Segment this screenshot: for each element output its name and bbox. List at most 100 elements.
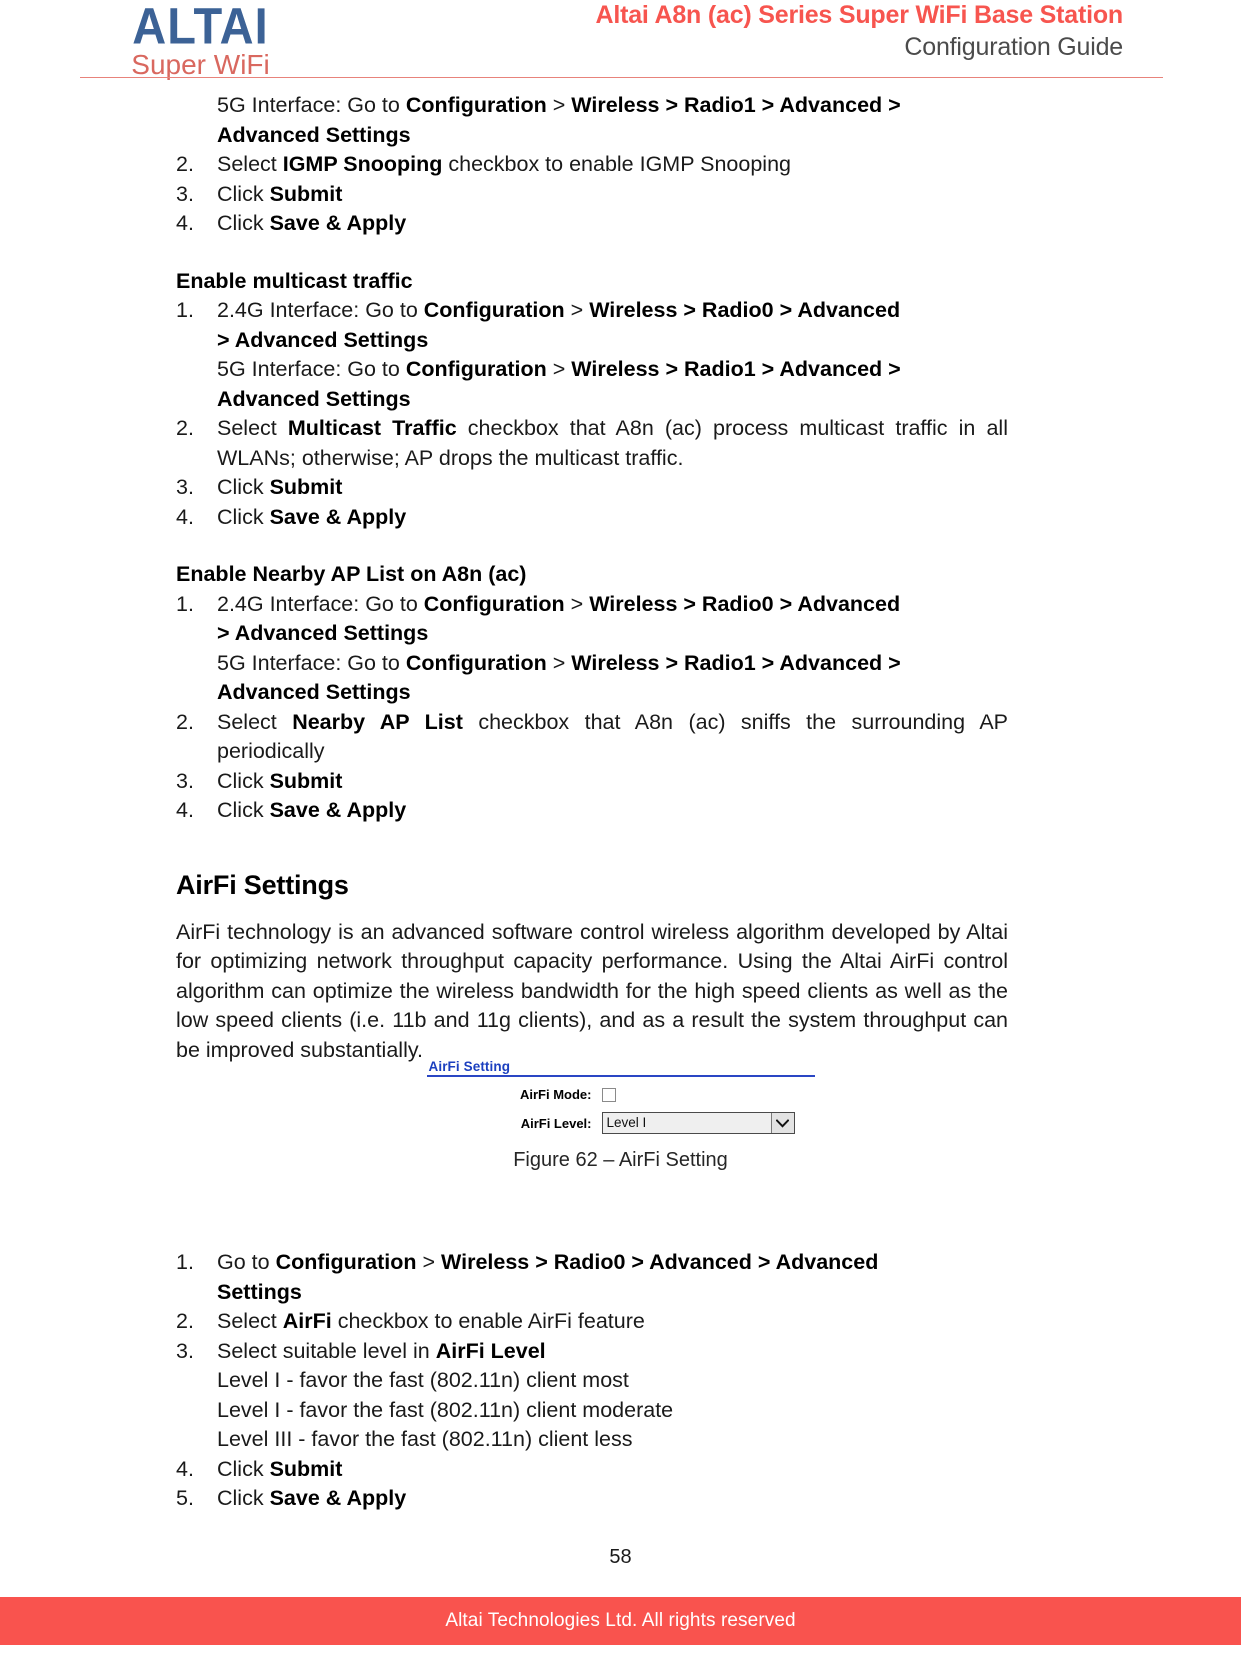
page-title: AirFi Settings — [176, 869, 349, 900]
airfi-level-row: AirFi Level: Level I — [427, 1112, 815, 1134]
list-marker: 3. — [176, 1338, 194, 1363]
altai-logo: ALTAI Super WiFi — [78, 0, 323, 80]
text-run: Click — [217, 798, 270, 822]
nearby-ap-section: Enable Nearby AP List on A8n (ac) 1. 2.4… — [176, 560, 1008, 826]
list-marker: 3. — [176, 475, 194, 499]
nearby-item1-line4: Advanced Settings — [217, 678, 1008, 708]
text-run-bold: Configuration — [423, 298, 565, 322]
igmp-section: 5G Interface: Go to Configuration > Wire… — [176, 91, 1008, 239]
text-run-bold: AirFi — [282, 1309, 332, 1333]
text-run-bold: Settings — [217, 1279, 302, 1304]
text-run-bold: Wireless > Radio1 > Advanced > — [571, 357, 901, 381]
airfi-settings-section: AirFi Settings AirFi technology is an ad… — [176, 868, 1008, 1066]
multicast-item1-line2: > Advanced Settings — [217, 326, 1008, 356]
section-heading: Enable Nearby AP List on A8n (ac) — [176, 562, 527, 586]
text-run: > — [416, 1250, 441, 1274]
text-run-bold: Advanced Settings — [217, 386, 411, 411]
text-run-bold: Configuration — [275, 1250, 417, 1274]
list-item: 1. Go to Configuration > Wireless > Radi… — [176, 1248, 1008, 1278]
multicast-section: Enable multicast traffic 1. 2.4G Interfa… — [176, 267, 1008, 533]
airfi-figure: AirFi Setting AirFi Mode: AirFi Level: L… — [0, 1059, 1241, 1173]
list-item-text: Click Save & Apply — [217, 503, 1008, 533]
figure-caption: Figure 62 – AirFi Setting — [513, 1149, 728, 1171]
list-marker: 2. — [176, 416, 194, 440]
list-item: 4. Click Save & Apply — [176, 209, 1008, 239]
list-item-text: Select Multicast Traffic checkbox that A… — [217, 414, 1008, 473]
text-run: > — [546, 93, 572, 117]
list-marker: 4. — [176, 504, 194, 529]
text-run-bold: Configuration — [405, 650, 547, 675]
page-header: ALTAI Super WiFi Altai A8n (ac) Series S… — [0, 0, 1241, 88]
list-item: 5. Click Save & Apply — [176, 1484, 1008, 1514]
airfi-level-select[interactable]: Level I — [601, 1112, 795, 1134]
airfi-mode-label: AirFi Mode: — [520, 1087, 592, 1102]
text-run: Click — [217, 1456, 270, 1481]
text-run: Click — [217, 181, 270, 206]
list-item: 3. Select suitable level in AirFi Level — [176, 1337, 1008, 1367]
text-run-bold: Configuration — [423, 591, 565, 616]
text-run: Select suitable level in — [217, 1338, 436, 1363]
text-run-bold: AirFi Level — [435, 1338, 546, 1363]
text-run-bold: Wireless > Radio1 > Advanced > — [571, 650, 901, 675]
text-run: > — [564, 298, 590, 322]
list-item-text: 2.4G Interface: Go to Configuration > Wi… — [217, 590, 1008, 620]
text-run: Select — [217, 709, 293, 734]
text-run: > — [564, 591, 590, 616]
text-run-bold: Save & Apply — [269, 1486, 407, 1510]
airfi-mode-checkbox[interactable] — [601, 1087, 616, 1102]
list-item: 3. Click Submit — [176, 180, 1008, 210]
list-item: 2. Select AirFi checkbox to enable AirFi… — [176, 1307, 1008, 1337]
heading-spacer — [176, 902, 1008, 918]
igmp-item1-continuation-2: Advanced Settings — [217, 121, 1008, 151]
text-run: 5G Interface: Go to — [217, 650, 406, 675]
chevron-down-icon[interactable] — [770, 1113, 794, 1133]
list-item-text: Click Save & Apply — [217, 1484, 1008, 1514]
list-item-text: Click Save & Apply — [217, 209, 1008, 239]
text-run-bold: Configuration — [405, 357, 547, 381]
list-marker: 4. — [176, 798, 194, 822]
list-item-text: Click Save & Apply — [217, 796, 1008, 826]
text-run-bold: Save & Apply — [269, 504, 407, 529]
panel-title: AirFi Setting — [428, 1059, 511, 1074]
list-marker: 4. — [176, 1456, 194, 1481]
nearby-item1-line3: 5G Interface: Go to Configuration > Wire… — [217, 649, 1008, 679]
text-run-bold: Wireless > Radio0 > Advanced — [589, 298, 901, 322]
text-run: Go to — [217, 1250, 276, 1274]
logo-tagline: Super WiFi — [131, 49, 270, 80]
list-marker: 2. — [176, 152, 194, 176]
text-run-bold: Advanced Settings — [217, 680, 411, 704]
list-item-text: Go to Configuration > Wireless > Radio0 … — [217, 1248, 1008, 1278]
header-divider — [80, 77, 1163, 78]
text-run: 2.4G Interface: Go to — [217, 298, 424, 322]
text-run: Click — [217, 1486, 270, 1510]
text-run-bold: Advanced Settings — [217, 122, 411, 147]
list-marker: 1. — [176, 1250, 194, 1274]
text-run: 5G Interface: Go to — [217, 357, 406, 381]
logo-wordmark: ALTAI — [132, 0, 269, 55]
text-run-bold: Configuration — [405, 93, 547, 117]
text-run-bold: > Advanced Settings — [217, 621, 429, 645]
text-run: Click — [217, 475, 270, 499]
multicast-item1-line3: 5G Interface: Go to Configuration > Wire… — [217, 355, 1008, 385]
list-item: 4. Click Save & Apply — [176, 796, 1008, 826]
page-content: 5G Interface: Go to Configuration > Wire… — [176, 91, 1008, 1065]
list-marker: 1. — [176, 591, 194, 616]
list-marker: 4. — [176, 211, 194, 235]
text-run-bold: Save & Apply — [269, 798, 407, 822]
list-marker: 2. — [176, 709, 194, 734]
list-item-text: Select Nearby AP List checkbox that A8n … — [217, 708, 1008, 767]
list-item: 2. Select Nearby AP List checkbox that A… — [176, 708, 1008, 767]
text-run-bold: Submit — [269, 768, 343, 793]
list-item: 2. Select IGMP Snooping checkbox to enab… — [176, 150, 1008, 180]
product-title: Altai A8n (ac) Series Super WiFi Base St… — [595, 1, 1124, 29]
text-run: Click — [217, 211, 270, 235]
list-item-text: Click Submit — [217, 473, 1008, 503]
text-run: Select — [217, 416, 288, 440]
list-item: 4. Click Submit — [176, 1455, 1008, 1485]
list-marker: 1. — [176, 298, 194, 322]
list-item: 1. 2.4G Interface: Go to Configuration >… — [176, 296, 1008, 326]
airfi-level1-description: Level I - favor the fast (802.11n) clien… — [217, 1368, 629, 1392]
text-run-bold: IGMP Snooping — [282, 152, 443, 176]
